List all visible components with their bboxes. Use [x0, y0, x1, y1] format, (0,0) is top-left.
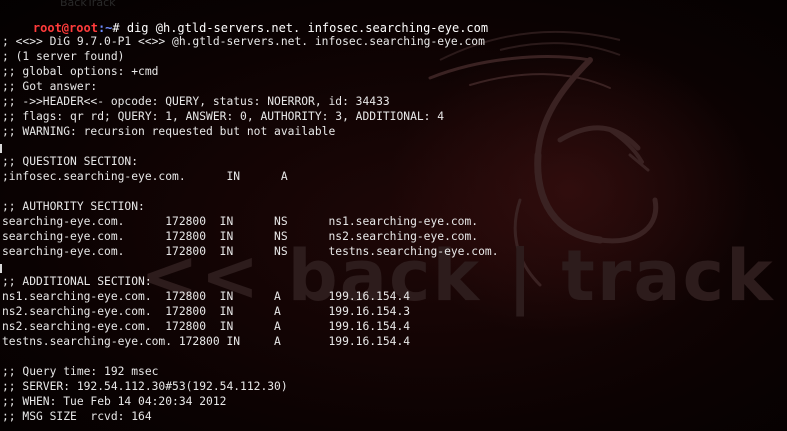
output-line [2, 349, 499, 364]
output-line: ;; Got answer: [2, 80, 98, 93]
prompt-path: :~ [97, 21, 113, 35]
margin-marker [0, 264, 2, 273]
output-line: ;; QUESTION SECTION: [2, 155, 139, 168]
prompt-user-host: root@root [32, 21, 98, 35]
output-line: ;; MSG SIZE rcvd: 164 [2, 410, 152, 423]
output-line: ; (1 server found) [2, 50, 125, 63]
output-line: ns1.searching-eye.com. 172800 IN A 199.1… [2, 290, 411, 303]
output-line: ns2.searching-eye.com. 172800 IN A 199.1… [2, 320, 411, 333]
command-output: ; <<>> DiG 9.7.0-P1 <<>> @h.gtld-servers… [2, 34, 499, 424]
output-line [2, 259, 499, 274]
output-line: ;infosec.searching-eye.com. IN A [2, 170, 288, 183]
output-line: searching-eye.com. 172800 IN NS ns1.sear… [2, 215, 479, 228]
prompt-symbol: # [112, 21, 120, 35]
output-line: ;; ->>HEADER<<- opcode: QUERY, status: N… [2, 95, 390, 108]
output-line: ;; WHEN: Tue Feb 14 04:20:34 2012 [2, 395, 227, 408]
output-line: ;; Query time: 192 msec [2, 365, 159, 378]
command-prompt-line: root@root:~# dig @h.gtld-servers.net. in… [4, 4, 488, 35]
margin-marker [0, 144, 2, 153]
output-line: ;; AUTHORITY SECTION: [2, 200, 145, 213]
output-line: searching-eye.com. 172800 IN NS ns2.sear… [2, 230, 479, 243]
output-line: ;; flags: qr rd; QUERY: 1, ANSWER: 0, AU… [2, 110, 445, 123]
entered-command: dig @h.gtld-servers.net. infosec.searchi… [126, 21, 489, 35]
output-line: ;; global options: +cmd [2, 65, 159, 78]
output-line: ns2.searching-eye.com. 172800 IN A 199.1… [2, 305, 411, 318]
output-line: ;; SERVER: 192.54.112.30#53(192.54.112.3… [2, 380, 288, 393]
output-line [2, 139, 499, 154]
output-line [2, 184, 499, 199]
output-line: searching-eye.com. 172800 IN NS testns.s… [2, 245, 499, 258]
output-line: ;; WARNING: recursion requested but not … [2, 125, 336, 138]
output-line: testns.searching-eye.com. 172800 IN A 19… [2, 335, 411, 348]
output-line: ;; ADDITIONAL SECTION: [2, 275, 152, 288]
terminal-window[interactable]: << back | track 5 BackTrack root@root:~#… [0, 0, 787, 431]
output-line: ; <<>> DiG 9.7.0-P1 <<>> @h.gtld-servers… [2, 35, 485, 48]
